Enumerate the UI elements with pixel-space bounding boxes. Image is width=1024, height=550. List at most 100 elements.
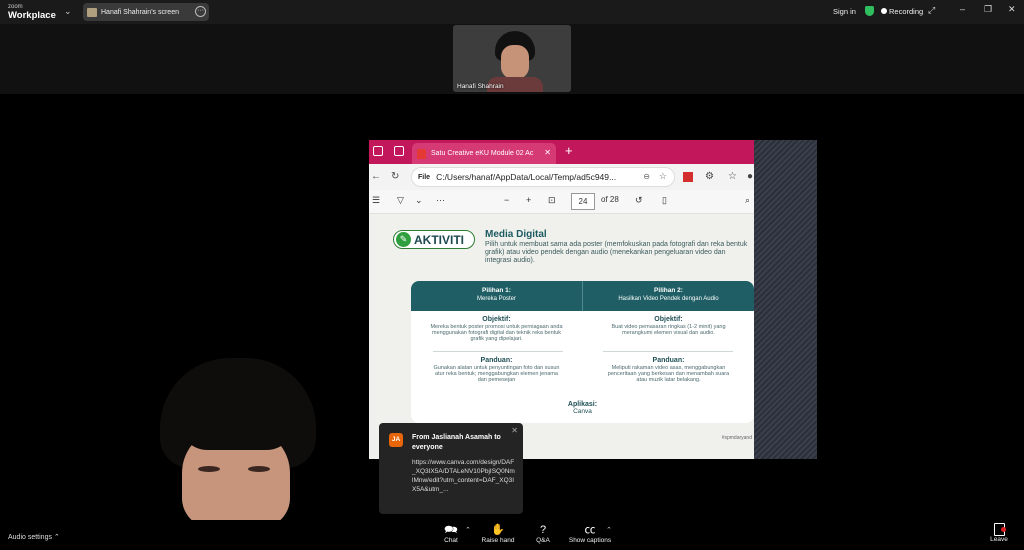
leave-button[interactable]: Leave xyxy=(985,523,1013,543)
option-2-header: Pilihan 2: Hasilkan Video Pendek dengan … xyxy=(583,287,754,303)
qa-button[interactable]: ? Q&A xyxy=(531,523,555,544)
chat-button[interactable]: 🗪 Chat xyxy=(440,523,462,544)
restore-icon[interactable]: ❐ xyxy=(984,4,992,15)
qa-label: Q&A xyxy=(536,537,550,544)
shared-screen: Satu Creative eKU Module 02 Ac ✕ + ← ↻ F… xyxy=(369,140,817,459)
extensions-icon[interactable]: ⚙ xyxy=(705,171,714,182)
rotate-icon[interactable]: ↺ xyxy=(635,195,643,206)
recording-icon xyxy=(881,8,887,14)
url-field[interactable]: File C:/Users/hanaf/AppData/Local/Temp/a… xyxy=(411,167,675,187)
objective-2-text: Buat video pemasaran ringkas (1-2 minit)… xyxy=(611,324,726,336)
browser-tab-bar: Satu Creative eKU Module 02 Ac ✕ + xyxy=(369,140,754,164)
security-shield-icon[interactable] xyxy=(865,6,874,16)
chevron-down-icon[interactable]: ⌄ xyxy=(64,6,72,17)
screen-share-margin xyxy=(754,140,817,459)
captions-options-chevron-icon[interactable]: ⌃ xyxy=(606,526,612,534)
objective-heading: Objektif: xyxy=(654,316,683,323)
pdf-icon xyxy=(417,148,426,159)
more-options-icon[interactable]: ··· xyxy=(195,6,206,17)
option-1-header: Pilihan 1: Mereka Poster xyxy=(411,287,582,303)
participant-video-thumbnail[interactable]: Hanafi Shahrain xyxy=(453,25,571,92)
favorite-icon[interactable]: ☆ xyxy=(659,171,667,182)
zoom-logo: zoom Workplace xyxy=(8,3,56,20)
fullscreen-icon[interactable]: ⤢ xyxy=(928,5,935,16)
chat-sender: From Jaslianah Asamah to everyone xyxy=(412,434,501,451)
address-bar: ← ↻ File C:/Users/hanaf/AppData/Local/Te… xyxy=(369,164,754,190)
chat-notification[interactable]: JA From Jaslianah Asamah to everyone htt… xyxy=(379,423,523,514)
highlight-icon[interactable]: ▽ xyxy=(397,195,404,206)
close-icon[interactable]: ✕ xyxy=(511,426,518,435)
guide-2-text: Meliputi rakaman video asas, menggabungk… xyxy=(607,365,730,383)
options-card: Pilihan 1: Mereka Poster Pilihan 2: Hasi… xyxy=(411,281,754,423)
close-tab-icon[interactable]: ✕ xyxy=(544,148,551,157)
profile-icon[interactable]: ● xyxy=(747,171,753,182)
self-video[interactable] xyxy=(160,358,316,520)
objective-1-text: Mereka bentuk poster promosi untuk perni… xyxy=(430,324,563,342)
hand-icon: ✋ xyxy=(491,524,505,536)
chat-message[interactable]: https://www.canva.com/design/DAF_XQ3IX5A… xyxy=(412,458,516,494)
objective-2: Objektif: Buat video pemasaran ringkas (… xyxy=(583,316,754,336)
page-number-input[interactable]: 24 xyxy=(571,193,595,210)
guide-1: Panduan: Gunakan alatan untuk penyunting… xyxy=(411,357,582,383)
recording-label[interactable]: Recording xyxy=(889,7,923,16)
favorites-bar-icon[interactable]: ☆ xyxy=(728,171,737,182)
back-icon[interactable]: ← xyxy=(371,171,381,182)
objective-1: Objektif: Mereka bentuk poster promosi u… xyxy=(411,316,582,342)
guide-heading: Panduan: xyxy=(652,357,685,364)
screen-thumbnail-icon xyxy=(87,7,97,17)
self-eye-left xyxy=(198,466,220,472)
acrobat-icon[interactable] xyxy=(683,172,693,182)
leave-label: Leave xyxy=(990,536,1008,543)
sign-in-button[interactable]: Sign in xyxy=(833,7,856,16)
zoom-icon[interactable]: ⊖ xyxy=(643,172,650,181)
chevron-down-icon[interactable]: ⌄ xyxy=(415,195,423,206)
sender-avatar: JA xyxy=(389,433,403,447)
share-label: Hanafi Shahrain's screen xyxy=(101,8,179,16)
page-view-icon[interactable]: ▯ xyxy=(662,195,667,206)
application-value: Canva xyxy=(573,408,592,415)
options-header: Pilihan 1: Mereka Poster Pilihan 2: Hasi… xyxy=(411,281,754,311)
close-icon[interactable]: ✕ xyxy=(1008,4,1016,15)
guide-heading: Panduan: xyxy=(480,357,513,364)
workspaces-icon[interactable] xyxy=(373,146,383,156)
divider xyxy=(433,351,563,352)
participant-name: Hanafi Shahrain xyxy=(457,83,504,90)
chat-icon: 🗪 xyxy=(444,524,458,536)
url-scheme: File xyxy=(418,173,431,181)
objective-heading: Objektif: xyxy=(482,316,511,323)
chat-label: Chat xyxy=(444,537,458,544)
option-1-subtitle: Mereka Poster xyxy=(476,296,516,302)
minimize-icon[interactable]: – xyxy=(960,4,965,14)
screen-share-indicator[interactable]: Hanafi Shahrain's screen ··· xyxy=(83,3,209,21)
pdf-toolbar: ☰ ▽ ⌄ ··· − + ⊡ 24 of 28 ↺ ▯ ⌕ xyxy=(369,190,754,214)
audio-settings-button[interactable]: Audio settings ⌃ xyxy=(8,533,60,541)
self-eye-right xyxy=(248,466,270,472)
section-description: Pilih untuk membuat sama ada poster (mem… xyxy=(485,241,748,264)
application-heading: Aplikasi: xyxy=(567,401,598,408)
zoom-in-icon[interactable]: + xyxy=(526,195,531,205)
option-1-title: Pilihan 1: xyxy=(482,287,511,294)
participant-face xyxy=(501,45,529,79)
zoom-out-icon[interactable]: − xyxy=(504,195,509,205)
tab-actions-icon[interactable] xyxy=(394,146,404,156)
new-tab-icon[interactable]: + xyxy=(565,143,573,158)
contents-icon[interactable]: ☰ xyxy=(372,195,380,206)
page-footer: #spmdaryand xyxy=(721,435,752,441)
refresh-icon[interactable]: ↻ xyxy=(391,171,399,182)
leave-icon xyxy=(993,523,1006,536)
application-section: Aplikasi: Canva xyxy=(411,401,754,415)
guide-1-text: Gunakan alatan untuk penyuntingan foto d… xyxy=(433,365,560,383)
browser-tab[interactable]: Satu Creative eKU Module 02 Ac ✕ xyxy=(412,143,556,164)
option-2-title: Pilihan 2: xyxy=(654,287,683,294)
fit-page-icon[interactable]: ⊡ xyxy=(548,195,556,206)
captions-label: Show captions xyxy=(568,537,612,544)
section-title: Media Digital xyxy=(485,229,547,240)
search-icon[interactable]: ⌕ xyxy=(745,195,750,206)
more-tools-icon[interactable]: ··· xyxy=(436,195,445,205)
raise-hand-button[interactable]: ✋ Raise hand xyxy=(480,523,516,544)
audio-settings-label: Audio settings xyxy=(8,534,52,541)
guide-2: Panduan: Meliputi rakaman video asas, me… xyxy=(583,357,754,383)
chat-options-chevron-icon[interactable]: ⌃ xyxy=(465,526,471,534)
divider xyxy=(603,351,733,352)
pencil-icon: ✎ xyxy=(396,232,411,247)
